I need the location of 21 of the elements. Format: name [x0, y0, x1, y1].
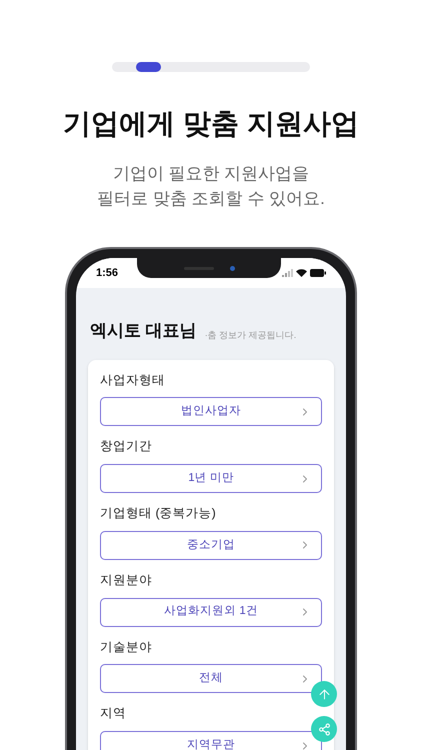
status-time: 1:56	[96, 266, 118, 281]
wifi-icon	[296, 269, 307, 277]
filter-select[interactable]: 중소기업	[100, 530, 322, 560]
filter-label: 사업자형태	[100, 372, 166, 388]
filter-label: 창업기간	[100, 438, 153, 456]
battery-icon	[310, 269, 326, 277]
filter-label: 기업형태 (중복가능)	[100, 505, 217, 522]
subtitle-line: 기업이 필요한 지원사업을	[112, 163, 310, 185]
page-title: 기업에게 맞춤 지원사업	[63, 107, 359, 141]
greeting: 엑시토 대표님	[90, 320, 197, 342]
share-icon	[318, 722, 330, 736]
notice-text: ·춤 정보가 제공됩니다.	[204, 329, 296, 342]
filter-label: 기술분야	[100, 638, 153, 656]
filter-select[interactable]: 전체	[100, 664, 322, 694]
filter-select[interactable]: 법인사업자	[100, 397, 322, 426]
subtitle-line: 필터로 맞춤 조회할 수 있어요.	[97, 188, 325, 210]
filter-select[interactable]: 1년 미만	[100, 464, 322, 493]
filter-label: 지원분야	[100, 572, 153, 589]
filter-label: 지역	[100, 705, 127, 722]
filter-select[interactable]: 사업화지원외 1건	[100, 598, 322, 626]
signal-icon	[282, 269, 293, 277]
